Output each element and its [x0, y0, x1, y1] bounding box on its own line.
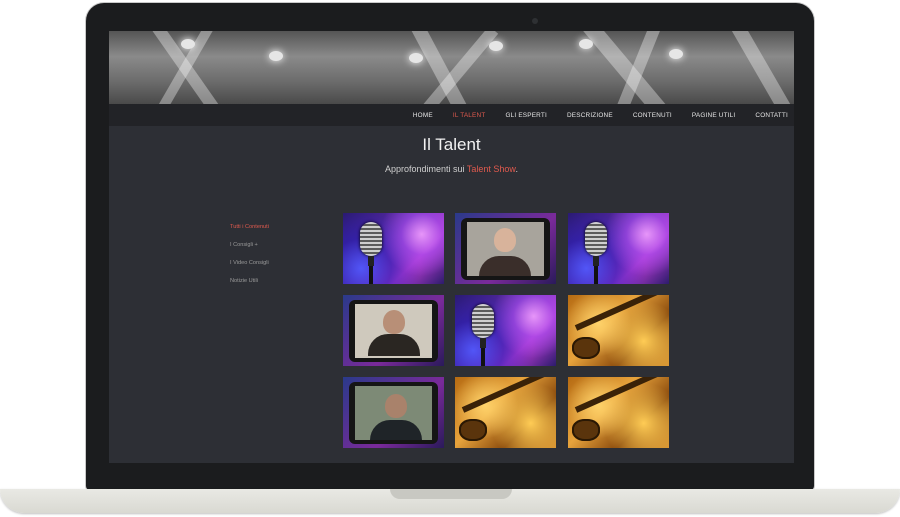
content-filter-list: Tutti i Contenuti I Consigli + I Video Con…	[230, 224, 269, 296]
hero-banner	[109, 31, 794, 104]
page-subtitle: Approfondimenti sui Talent Show.	[109, 164, 794, 174]
microphone-stand	[594, 266, 598, 284]
person-body	[370, 420, 422, 440]
gallery-tile-guitar-fire[interactable]	[568, 295, 669, 366]
microphone-neck	[480, 338, 486, 348]
filter-item[interactable]: I Consigli +	[230, 242, 269, 248]
microphone-neck	[368, 256, 374, 266]
video-thumbnail	[467, 222, 544, 276]
person-head	[385, 394, 407, 418]
guitar-body	[572, 419, 600, 441]
guitar-body	[459, 419, 487, 441]
stage-lights-image	[568, 213, 669, 284]
camera-icon	[532, 18, 538, 24]
gallery-tile-microphone[interactable]	[568, 213, 669, 284]
person-body	[479, 256, 531, 276]
person-head	[383, 310, 405, 334]
nav-menu: HOME IL TALENT GLI ESPERTI DESCRIZIONE CONTE…	[393, 104, 788, 126]
nav-item-il-talent[interactable]: IL TALENT	[453, 112, 486, 119]
page-title: Il Talent	[422, 135, 481, 154]
subtitle-suffix: .	[515, 164, 518, 174]
video-thumbnail	[355, 304, 432, 358]
subtitle-highlight-link[interactable]: Talent Show	[467, 164, 516, 174]
person-body	[368, 334, 420, 356]
gallery-tile-microphone[interactable]	[343, 213, 444, 284]
tablet-frame	[349, 300, 438, 362]
nav-item-gli-esperti[interactable]: GLI ESPERTI	[505, 112, 547, 119]
video-thumbnail	[355, 386, 432, 440]
nav-item-descrizione[interactable]: DESCRIZIONE	[567, 112, 613, 119]
stage-lights-image	[343, 213, 444, 284]
gallery-tile-video-man-glasses[interactable]	[343, 295, 444, 366]
gallery-tile-microphone[interactable]	[455, 295, 556, 366]
microphone-icon	[585, 222, 607, 256]
filter-item[interactable]: I Video Consigli	[230, 260, 269, 266]
nav-item-contenuti[interactable]: CONTENUTI	[633, 112, 672, 119]
guitar-body	[572, 337, 600, 359]
tablet-frame	[349, 382, 438, 444]
nav-item-contatti[interactable]: CONTATTI	[755, 112, 788, 119]
filter-item[interactable]: Tutti i Contenuti	[230, 224, 269, 230]
microphone-icon	[360, 222, 382, 256]
microphone-neck	[593, 256, 599, 266]
stage-lights-image	[455, 295, 556, 366]
gallery-tile-guitar-fire[interactable]	[568, 377, 669, 448]
microphone-stand	[481, 348, 485, 366]
nav-item-pagine-utili[interactable]: PAGINE UTILI	[692, 112, 735, 119]
microphone-stand	[369, 266, 373, 284]
gallery-tile-video-man[interactable]	[343, 377, 444, 448]
microphone-icon	[472, 304, 494, 338]
person-head	[494, 228, 516, 252]
filter-item[interactable]: Notizie Utili	[230, 278, 269, 284]
gallery-tile-video-woman[interactable]	[455, 213, 556, 284]
laptop-notch	[390, 489, 512, 499]
website-screen: HOME IL TALENT GLI ESPERTI DESCRIZIONE CONTE…	[109, 31, 794, 463]
tablet-frame	[461, 218, 550, 280]
gallery-tile-guitar-fire[interactable]	[455, 377, 556, 448]
subtitle-text: Approfondimenti sui	[385, 164, 467, 174]
main-navigation: HOME IL TALENT GLI ESPERTI DESCRIZIONE CONTE…	[109, 104, 794, 126]
nav-item-home[interactable]: HOME	[413, 112, 433, 119]
